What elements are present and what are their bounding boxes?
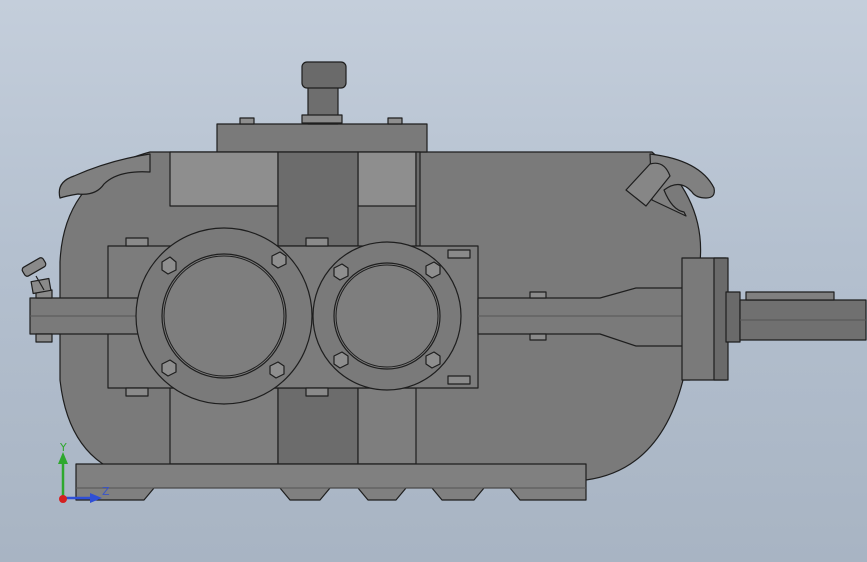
oil-plug [21,257,52,295]
gearbox-model[interactable] [0,0,867,562]
right-rib-upper [415,151,421,247]
lower-rib-right [357,387,417,465]
cover-bolt-right [387,117,403,125]
breather-cap [301,61,347,89]
center-rib-upper [277,151,359,247]
upper-panel-right [357,151,417,207]
cad-viewport[interactable]: Y Z [0,0,867,562]
shaft-keyway [745,291,835,301]
breather-base [301,114,343,124]
base-plate [75,463,587,501]
y-axis-label: Y [60,441,67,454]
cover-bolt-left [239,117,255,125]
origin-marker [59,495,67,503]
output-hub [725,291,741,343]
z-axis-label: Z [102,485,110,498]
top-inspection-cover [216,123,428,153]
lower-rib-center [277,387,359,465]
upper-panel-left [169,151,279,207]
